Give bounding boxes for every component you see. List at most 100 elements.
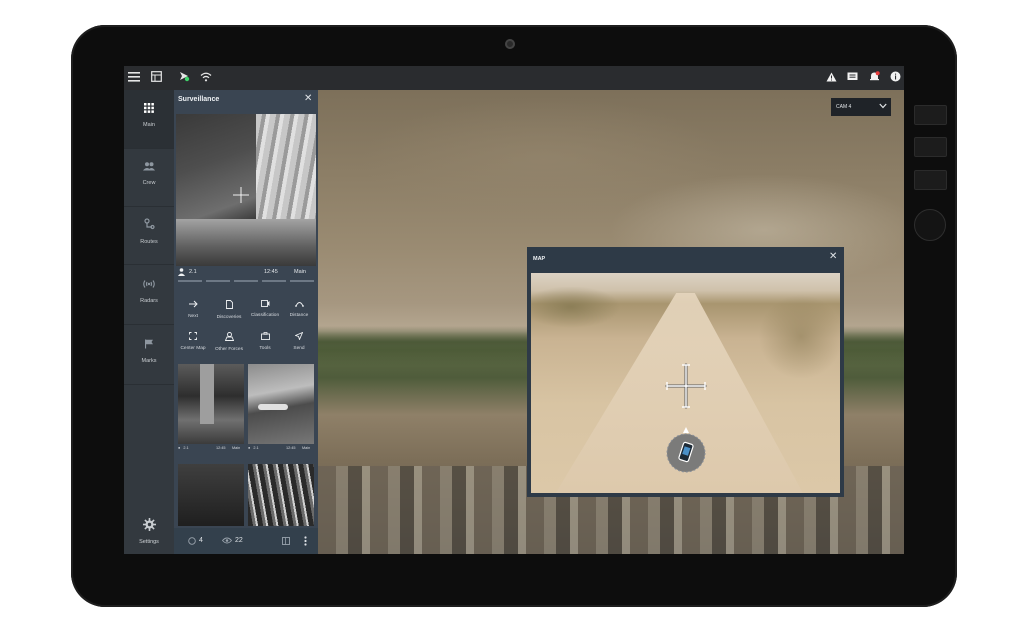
main-camera-feed[interactable] [176, 114, 316, 266]
nav-item-routes[interactable]: Routes [124, 206, 174, 265]
nav-label-marks: Marks [141, 358, 157, 364]
target-icon [188, 537, 196, 547]
layout-icon[interactable] [282, 537, 290, 547]
map-close-icon[interactable]: ✕ [829, 251, 837, 262]
person-icon: ● [248, 446, 251, 450]
tool-distance[interactable]: Distance [282, 294, 316, 324]
views-count: 22 [235, 537, 243, 544]
route-icon [124, 218, 174, 233]
feed-floor [176, 219, 316, 266]
info-icon[interactable] [887, 70, 903, 86]
brush-left [531, 287, 651, 357]
feed-crosshair-icon [232, 186, 250, 204]
feed-wall [256, 114, 316, 224]
surveillance-panel: Surveillance ✕ 2.1 12:45 Main Next Disco… [174, 90, 318, 554]
hardware-button-3[interactable] [914, 170, 947, 190]
hardware-button-2[interactable] [914, 137, 947, 157]
warning-icon[interactable] [823, 70, 839, 86]
camera-thumbnail-1[interactable] [178, 364, 244, 444]
camera-thumbnail-2[interactable] [248, 364, 314, 444]
nav-item-crew[interactable]: Crew [124, 148, 174, 207]
radar-icon [124, 278, 174, 292]
camera-thumbnail-3[interactable] [178, 464, 244, 526]
nav-label-crew: Crew [142, 180, 156, 186]
camera-select-value: CAM 4 [836, 104, 852, 110]
map-view[interactable] [531, 273, 840, 493]
timeline-segment [290, 280, 314, 282]
nav-item-radars[interactable]: Radars [124, 264, 174, 325]
camera-thumbnail-4[interactable] [248, 464, 314, 526]
tool-next[interactable]: Next [176, 294, 210, 324]
tool-tools[interactable]: Tools [248, 326, 282, 356]
crosshair-icon[interactable] [665, 363, 707, 409]
top-bar [124, 66, 904, 90]
feed-timeline [178, 280, 314, 283]
tool-send[interactable]: Send [282, 326, 316, 356]
vehicle-position-icon[interactable] [665, 427, 707, 473]
grid-icon [124, 102, 174, 116]
drone-icon[interactable] [176, 70, 192, 86]
camera-lens [505, 39, 515, 49]
hardware-button-1[interactable] [914, 105, 947, 125]
panel-close-icon[interactable]: ✕ [304, 93, 312, 104]
nav-item-main[interactable]: Main [124, 90, 174, 149]
tool-center-map[interactable]: Center Map [176, 326, 210, 356]
tool-label: Distance [289, 313, 309, 318]
forces-icon [212, 332, 246, 343]
targets-count: 4 [199, 537, 203, 544]
distance-icon [282, 300, 316, 309]
nav-item-marks[interactable]: Marks [124, 324, 174, 385]
home-button[interactable] [914, 209, 946, 241]
feed-count: 2.1 [189, 269, 197, 275]
tool-label: Discoveries [216, 315, 242, 320]
feed-time: 12:45 [264, 269, 278, 275]
panel-title: Surveillance [178, 96, 220, 103]
tool-label: Send [293, 346, 305, 351]
tool-other-forces[interactable]: Other Forces [212, 326, 246, 356]
menu-icon[interactable] [126, 70, 142, 86]
person-icon: ● [178, 446, 181, 450]
nav-label-main: Main [143, 122, 155, 128]
arrow-right-icon [176, 300, 210, 310]
toolbox-icon [248, 332, 282, 342]
map-title: MAP [533, 256, 546, 262]
brush-right [731, 287, 840, 407]
timeline-segment [262, 280, 286, 282]
nav-label-routes: Routes [140, 239, 158, 245]
table-icon[interactable] [148, 70, 164, 86]
tool-label: Tools [259, 346, 271, 351]
thumb-highlight [258, 404, 288, 410]
tool-label: Other Forces [215, 347, 243, 352]
panel-footer: 4 22 [174, 528, 318, 554]
tablet-screen: Main Crew Routes Radars Marks Settings S… [124, 66, 904, 554]
center-icon [176, 332, 210, 342]
eye-icon [221, 537, 233, 546]
wifi-icon[interactable] [198, 70, 214, 86]
timeline-segment [178, 280, 202, 282]
tool-classification[interactable]: Classification [248, 294, 282, 324]
gear-icon [124, 518, 174, 536]
send-icon [282, 331, 316, 342]
main-feed-meta: 2.1 12:45 Main [178, 268, 314, 278]
tool-label: Next [188, 314, 198, 319]
thumb-post [200, 364, 214, 424]
tool-label: Classification [250, 313, 280, 318]
chevron-down-icon [879, 103, 887, 111]
flag-icon [124, 338, 174, 352]
more-icon[interactable] [304, 536, 307, 548]
nav-label-radars: Radars [140, 298, 158, 304]
thumb-meta-1: ● 2.1 12:45 Main [178, 446, 241, 450]
thumb-meta-2: ● 2.1 12:45 Main [248, 446, 311, 450]
timeline-segment [206, 280, 230, 282]
alert-bell-icon[interactable] [866, 70, 882, 86]
camera-select[interactable]: CAM 4 [831, 98, 891, 116]
chat-icon[interactable] [844, 70, 860, 86]
map-window[interactable]: MAP ✕ [527, 247, 844, 497]
tool-discoveries[interactable]: Discoveries [212, 294, 246, 324]
person-icon [178, 268, 185, 278]
crew-icon [124, 160, 174, 174]
nav-item-settings[interactable]: Settings [124, 514, 174, 550]
nav-label-settings: Settings [139, 539, 159, 545]
tool-label: Center Map [180, 346, 206, 351]
document-icon [212, 300, 246, 311]
